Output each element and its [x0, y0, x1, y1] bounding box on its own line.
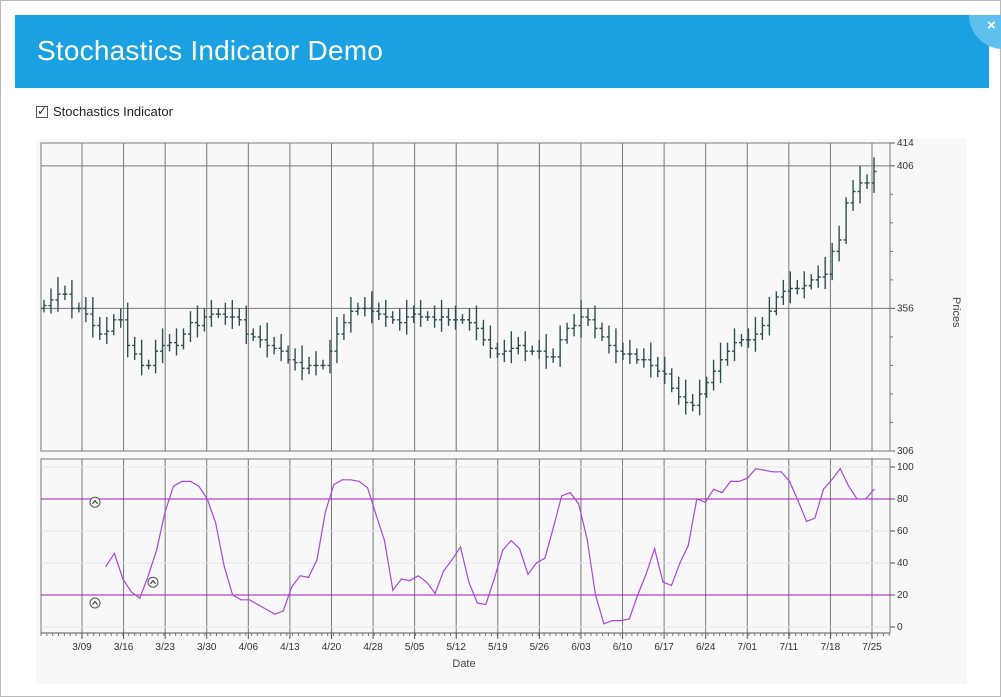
prices-axis-title: Prices: [950, 297, 962, 328]
x-tick-label: 4/13: [280, 642, 300, 653]
x-tick-label: 4/20: [322, 642, 342, 653]
x-tick-label: 7/18: [821, 642, 841, 653]
close-icon[interactable]: ×: [987, 17, 996, 34]
stochastics-toggle[interactable]: ✓ Stochastics Indicator: [36, 104, 173, 119]
x-tick-label: 4/28: [363, 642, 383, 653]
date-axis-title: Date: [452, 658, 475, 670]
x-tick-label: 5/19: [488, 642, 508, 653]
title-bar: Stochastics Indicator Demo ×: [15, 15, 1001, 88]
stoch-plot-frame: [40, 458, 891, 634]
stochastics-plot: 0 20 40 60 80 100 3/09 3/16 3/23 3/30 4/06 4/13 4/20…: [40, 458, 914, 653]
x-tick-label: 3/09: [72, 642, 92, 653]
x-tick-label: 6/10: [613, 642, 633, 653]
x-tick-label: 7/25: [862, 642, 882, 653]
price-ytick-label: 306: [897, 446, 914, 457]
close-button[interactable]: [969, 15, 1001, 49]
stoch-line: [105, 467, 875, 625]
price-plot-frame: [40, 142, 891, 452]
x-tick-label: 5/12: [446, 642, 466, 653]
x-tick-label: 6/24: [696, 642, 716, 653]
stochastics-checkbox-label: Stochastics Indicator: [53, 104, 173, 119]
stock-chart: 306 356 406 414 0 20 40 60 80 100 3/09 3/16 3/23 3/3…: [40, 139, 962, 670]
x-tick-label: 5/05: [405, 642, 425, 653]
stoch-ytick-label: 20: [897, 590, 909, 601]
dialog-window: Stochastics Indicator Demo × ✓ Stochasti…: [0, 0, 1001, 697]
price-plot: 306 356 406 414: [40, 139, 914, 633]
price-ytick-label: 356: [897, 303, 914, 314]
stoch-ytick-label: 100: [897, 462, 914, 473]
dialog-title: Stochastics Indicator Demo: [37, 35, 384, 66]
marker-circle: [89, 597, 101, 609]
x-tick-label: 3/30: [197, 642, 217, 653]
signal-marker-icon: [89, 597, 101, 609]
signal-marker-icon: [89, 496, 101, 508]
chart-panel: 306 356 406 414 0 20 40 60 80 100 3/09 3/16 3/23 3/3…: [36, 139, 967, 684]
x-tick-label: 7/01: [738, 642, 758, 653]
x-tick-label: 6/03: [571, 642, 591, 653]
signal-marker-icon: [147, 576, 159, 588]
price-ytick-label: 406: [897, 161, 914, 172]
x-tick-label: 5/26: [530, 642, 550, 653]
marker-circle: [89, 496, 101, 508]
stoch-ytick-label: 0: [897, 622, 903, 633]
x-tick-label: 4/06: [239, 642, 259, 653]
stoch-ytick-label: 60: [897, 526, 909, 537]
x-tick-label: 3/16: [114, 642, 134, 653]
stochastics-checkbox[interactable]: ✓: [36, 103, 48, 118]
x-tick-label: 7/11: [779, 642, 798, 653]
marker-circle: [147, 576, 159, 588]
x-tick-label: 6/17: [654, 642, 674, 653]
stoch-ytick-label: 40: [897, 558, 909, 569]
check-icon: ✓: [37, 103, 48, 118]
x-tick-label: 3/23: [155, 642, 175, 653]
stoch-ytick-label: 80: [897, 494, 909, 505]
price-ytick-label: 414: [897, 139, 914, 149]
